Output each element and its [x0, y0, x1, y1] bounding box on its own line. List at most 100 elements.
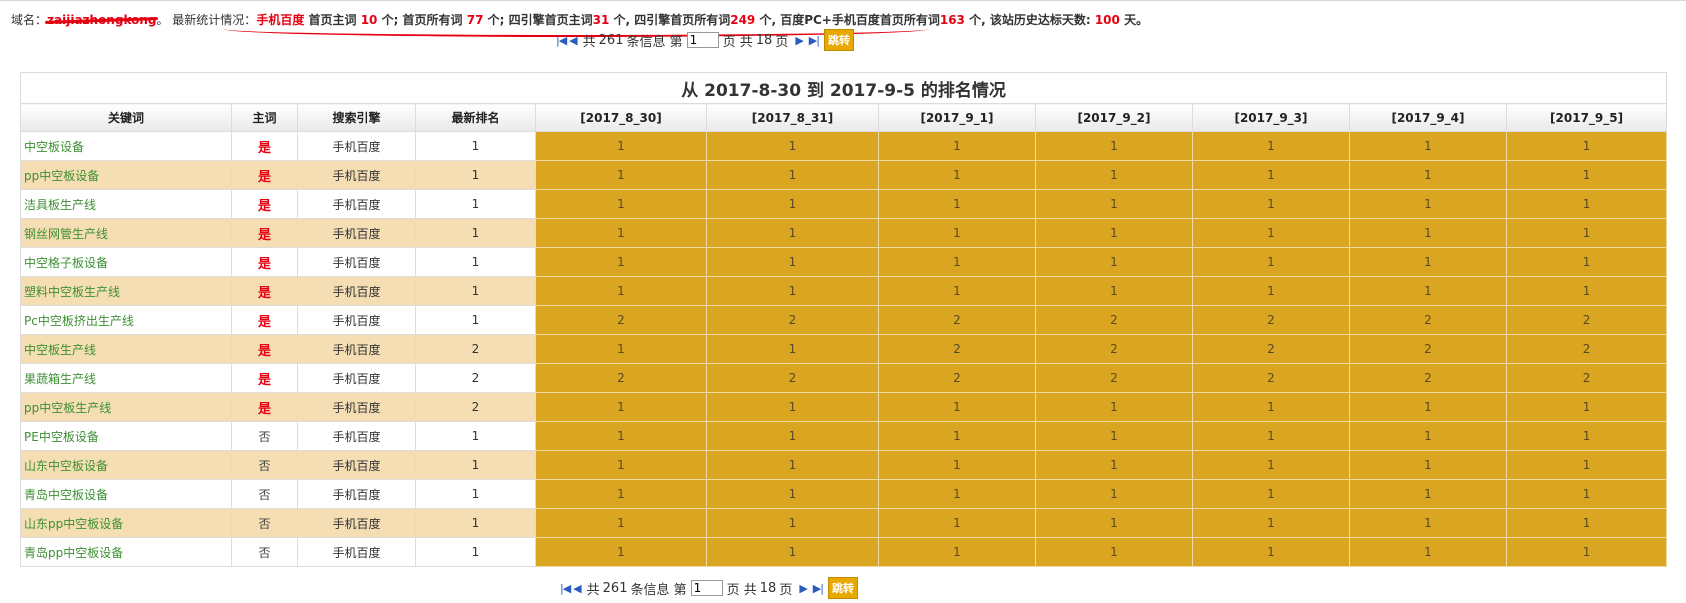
- day-rank-cell: 2: [1192, 334, 1350, 364]
- keyword-link[interactable]: 中空格子板设备: [20, 247, 232, 277]
- day-rank-cell: 1: [1035, 276, 1193, 306]
- day-rank-cell: 2: [535, 305, 707, 335]
- day-rank-cell: 1: [1505, 450, 1668, 480]
- table-row: 中空板设备是手机百度 1 1 1 1 1 1 1 1: [20, 131, 1668, 161]
- pager-total-prefix: 共: [582, 34, 596, 50]
- ranking-table-wrap: 从 2017-8-30 到 2017-9-5 的排名情况 关键词 主词 搜索引擎 最新…: [19, 72, 1668, 567]
- table-row: pp中空板生产线是手机百度 2 1 1 1 1 1 1 1: [20, 392, 1668, 422]
- latest-rank-cell: 1: [415, 421, 536, 451]
- pager-pages: 18: [759, 580, 777, 596]
- first-page-icon[interactable]: |◀: [556, 34, 567, 47]
- keyword-link[interactable]: 果蔬箱生产线: [20, 363, 232, 393]
- keyword-link[interactable]: 山东pp中空板设备: [20, 508, 232, 538]
- search-engine-cell: 手机百度: [297, 334, 416, 364]
- pager-pages-suffix: 页: [779, 582, 793, 598]
- keyword-link[interactable]: pp中空板设备: [20, 160, 232, 190]
- stats-home-main-count: 10: [360, 13, 378, 27]
- table-row: 中空板生产线是手机百度 2 1 1 2 2 2 2 2: [20, 334, 1668, 364]
- stats-days-count: 100: [1094, 13, 1120, 27]
- page-input[interactable]: [686, 32, 719, 48]
- domain-label: 域名：: [11, 13, 48, 27]
- main-word-flag: 否: [231, 421, 298, 451]
- table-row: Pc中空板挤出生产线是手机百度 1 2 2 2 2 2 2 2: [20, 305, 1668, 335]
- table-row: pp中空板设备是手机百度 1 1 1 1 1 1 1 1: [20, 160, 1668, 190]
- next-page-icon[interactable]: ▶: [795, 34, 804, 47]
- keyword-link[interactable]: 中空板设备: [20, 131, 232, 161]
- column-header: [2017_9_1]: [878, 103, 1036, 132]
- latest-rank-cell: 2: [415, 392, 536, 422]
- keyword-link[interactable]: 塑料中空板生产线: [20, 276, 232, 306]
- stats-four-main-count: 31: [592, 13, 610, 27]
- day-rank-cell: 1: [1505, 479, 1668, 509]
- table-row: 青岛pp中空板设备否手机百度 1 1 1 1 1 1 1 1: [20, 537, 1668, 567]
- day-rank-cell: 1: [1192, 421, 1350, 451]
- column-header: 搜索引擎: [297, 103, 416, 132]
- keyword-link[interactable]: pp中空板生产线: [20, 392, 232, 422]
- next-page-icon[interactable]: ▶: [799, 582, 808, 595]
- day-rank-cell: 1: [706, 189, 879, 219]
- day-rank-cell: 2: [535, 363, 707, 393]
- search-engine-cell: 手机百度: [297, 131, 416, 161]
- stats-text-2: 个; 首页所有词: [377, 13, 467, 27]
- day-rank-cell: 1: [706, 334, 879, 364]
- day-rank-cell: 2: [878, 305, 1036, 335]
- keyword-link[interactable]: 洁具板生产线: [20, 189, 232, 219]
- stats-text-5: 个, 百度PC+手机百度首页所有词: [755, 13, 940, 27]
- main-word-flag: 是: [231, 392, 298, 422]
- day-rank-cell: 1: [878, 160, 1036, 190]
- day-rank-cell: 1: [1035, 247, 1193, 277]
- keyword-link[interactable]: Pc中空板挤出生产线: [20, 305, 232, 335]
- day-rank-cell: 1: [878, 479, 1036, 509]
- search-engine-cell: 手机百度: [297, 276, 416, 306]
- jump-button[interactable]: 跳转: [823, 29, 854, 51]
- day-rank-cell: 1: [1035, 537, 1193, 567]
- day-rank-cell: 2: [706, 363, 879, 393]
- search-engine-cell: 手机百度: [297, 450, 416, 480]
- last-page-icon[interactable]: ▶|: [813, 582, 824, 595]
- day-rank-cell: 1: [706, 160, 879, 190]
- day-rank-cell: 1: [706, 247, 879, 277]
- keyword-link[interactable]: 山东中空板设备: [20, 450, 232, 480]
- keyword-link[interactable]: 青岛中空板设备: [20, 479, 232, 509]
- day-rank-cell: 1: [1349, 276, 1507, 306]
- table-row: 塑料中空板生产线是手机百度 1 1 1 1 1 1 1 1: [20, 276, 1668, 306]
- keyword-link[interactable]: 中空板生产线: [20, 334, 232, 364]
- prev-page-icon[interactable]: ◀: [573, 582, 582, 595]
- main-word-flag: 是: [231, 305, 298, 335]
- keyword-link[interactable]: 青岛pp中空板设备: [20, 537, 232, 567]
- day-rank-cell: 2: [1505, 334, 1668, 364]
- column-header: 关键词: [20, 103, 232, 132]
- keyword-link[interactable]: 钢丝网管生产线: [20, 218, 232, 248]
- day-rank-cell: 1: [535, 218, 707, 248]
- keyword-link[interactable]: PE中空板设备: [20, 421, 232, 451]
- first-page-icon[interactable]: |◀: [560, 582, 571, 595]
- top-divider: [0, 0, 1686, 1]
- day-rank-cell: 1: [1035, 450, 1193, 480]
- page-input[interactable]: [690, 580, 723, 596]
- day-rank-cell: 1: [1035, 479, 1193, 509]
- day-rank-cell: 1: [1192, 392, 1350, 422]
- prev-page-icon[interactable]: ◀: [569, 34, 578, 47]
- table-row: 果蔬箱生产线是手机百度 2 2 2 2 2 2 2 2: [20, 363, 1668, 393]
- day-rank-cell: 1: [1035, 218, 1193, 248]
- day-rank-cell: 1: [1192, 247, 1350, 277]
- latest-rank-cell: 1: [415, 131, 536, 161]
- stats-pc-mobile-count: 163: [939, 13, 965, 27]
- domain-value: zaijiazhongkong: [47, 13, 157, 27]
- day-rank-cell: 1: [706, 479, 879, 509]
- day-rank-cell: 1: [535, 247, 707, 277]
- day-rank-cell: 1: [535, 189, 707, 219]
- day-rank-cell: 1: [1035, 392, 1193, 422]
- jump-button[interactable]: 跳转: [827, 577, 858, 599]
- stats-intro: 。 最新统计情况：: [156, 13, 257, 27]
- stats-text-7: 天。: [1119, 13, 1149, 27]
- day-rank-cell: 1: [1192, 276, 1350, 306]
- day-rank-cell: 1: [1349, 508, 1507, 538]
- day-rank-cell: 1: [535, 276, 707, 306]
- ranking-table: 从 2017-8-30 到 2017-9-5 的排名情况 关键词 主词 搜索引擎 最新…: [19, 72, 1668, 567]
- last-page-icon[interactable]: ▶|: [809, 34, 820, 47]
- stats-text-3: 个; 四引擎首页主词: [483, 13, 593, 27]
- pager-total-suffix: 条信息 第: [630, 582, 687, 598]
- day-rank-cell: 2: [1035, 363, 1193, 393]
- day-rank-cell: 1: [878, 421, 1036, 451]
